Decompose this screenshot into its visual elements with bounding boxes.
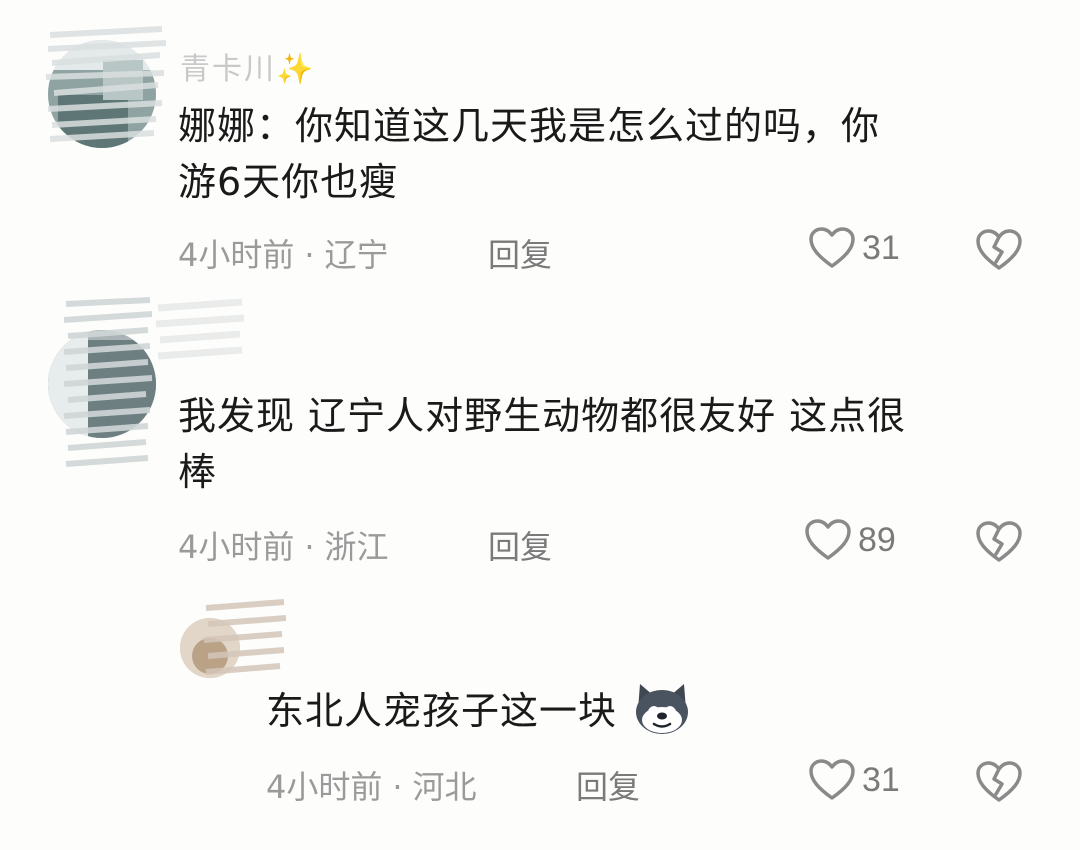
location: 浙江: [324, 528, 389, 566]
like-button[interactable]: 31: [808, 226, 900, 270]
location: 辽宁: [324, 236, 389, 274]
comment-text: 我发现 辽宁人对野生动物都很友好 这点很 棒: [178, 388, 1038, 500]
heart-outline-icon: [805, 519, 851, 560]
comment-meta: 4小时前 · 浙江: [178, 522, 389, 568]
username[interactable]: 青卡川✨: [180, 44, 315, 88]
broken-heart-icon: [976, 229, 1022, 270]
heart-outline-icon: [809, 759, 855, 800]
like-button[interactable]: 89: [804, 518, 896, 562]
broken-heart-icon: [976, 761, 1022, 802]
comment-text-line: 游6天你也瘦: [178, 160, 399, 204]
separator: ·: [304, 528, 315, 566]
username-redaction-scribble: [203, 599, 287, 675]
comment-text-line: 娜娜：你知道这几天我是怎么过的吗，你: [178, 104, 881, 148]
timestamp: 4小时前: [266, 768, 383, 806]
reply-button[interactable]: 回复: [576, 762, 640, 808]
comment-text-line: 东北人宠孩子这一块: [266, 689, 618, 733]
avatar-redaction-scribble: [63, 297, 153, 467]
comment-text: 东北人宠孩子这一块: [266, 680, 1046, 739]
comment-text-line: 我发现 辽宁人对野生动物都很友好 这点很: [178, 394, 907, 438]
comment-text-line: 棒: [178, 450, 218, 494]
comment-item: 我发现 辽宁人对野生动物都很友好 这点很 棒 4小时前 · 浙江 回复 89: [0, 290, 1080, 590]
separator: ·: [392, 768, 403, 806]
separator: ·: [304, 236, 315, 274]
reply-button[interactable]: 回复: [488, 522, 552, 568]
husky-emoji-icon: [636, 684, 689, 734]
dislike-button[interactable]: [975, 520, 1023, 568]
heart-outline-icon: [809, 227, 855, 268]
comment-meta: 4小时前 · 辽宁: [178, 230, 389, 276]
username-redaction-scribble: [45, 26, 167, 142]
like-button[interactable]: 31: [808, 758, 900, 802]
comment-text: 娜娜：你知道这几天我是怎么过的吗，你 游6天你也瘦: [178, 98, 1038, 210]
comment-item: 东北人宠孩子这一块 4小时前 · 河北 回复 31: [0, 590, 1080, 850]
like-count: 89: [858, 520, 896, 559]
timestamp: 4小时前: [178, 236, 295, 274]
comment-item: 青卡川✨ 娜娜：你知道这几天我是怎么过的吗，你 游6天你也瘦 4小时前 · 辽宁 回…: [0, 0, 1080, 290]
comment-meta: 4小时前 · 河北: [266, 762, 477, 808]
dislike-button[interactable]: [975, 760, 1023, 808]
broken-heart-icon: [976, 521, 1022, 562]
username-redaction-scribble: [155, 298, 245, 360]
like-count: 31: [862, 760, 900, 799]
location: 河北: [412, 768, 477, 806]
like-count: 31: [862, 228, 900, 267]
timestamp: 4小时前: [178, 528, 295, 566]
dislike-button[interactable]: [975, 228, 1023, 276]
reply-button[interactable]: 回复: [488, 230, 552, 276]
